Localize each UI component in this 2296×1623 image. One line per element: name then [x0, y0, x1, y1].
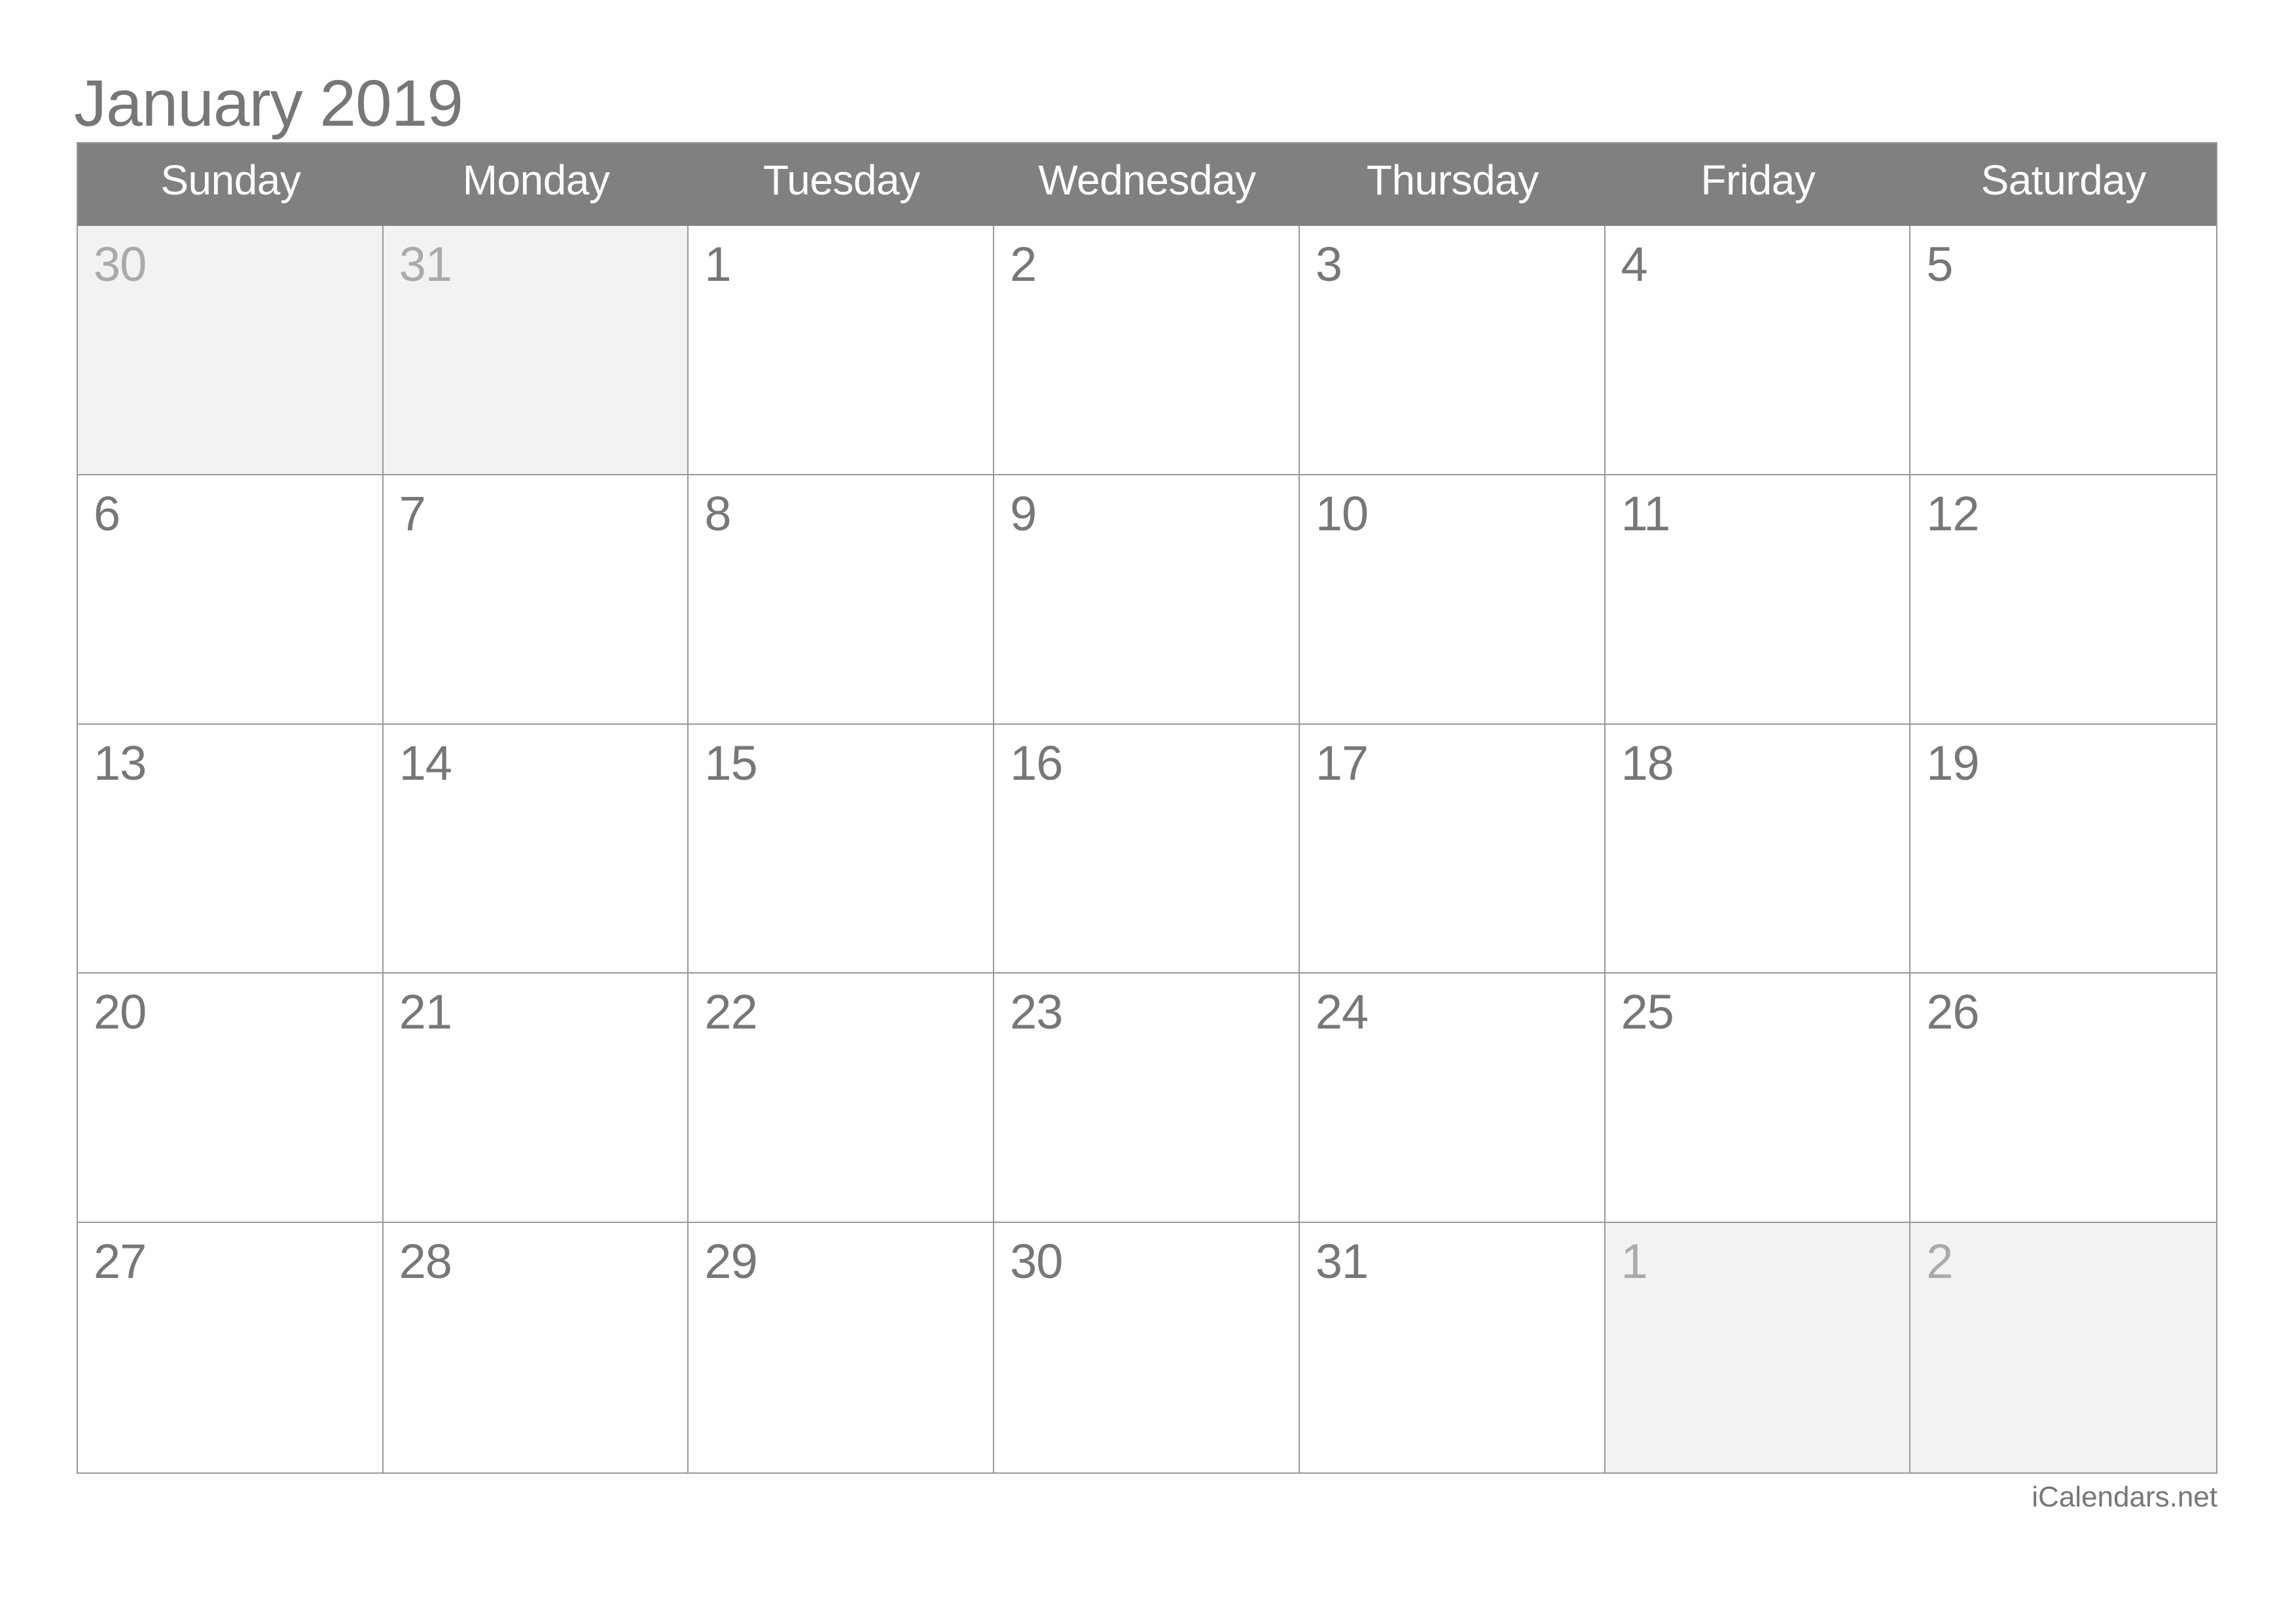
day-number: 12 [1926, 486, 1979, 541]
day-number: 10 [1315, 486, 1369, 541]
day-cell: 15 [689, 724, 995, 974]
day-cell: 2 [994, 226, 1300, 475]
day-number: 29 [704, 1234, 757, 1289]
day-number: 24 [1315, 985, 1369, 1040]
day-cell: 21 [383, 974, 689, 1224]
day-number: 27 [94, 1234, 147, 1289]
day-cell-other-month: 2 [1910, 1223, 2216, 1472]
day-number: 13 [94, 735, 147, 790]
day-number: 2 [1010, 237, 1037, 291]
day-number: 30 [1010, 1234, 1063, 1289]
month-calendar: Sunday Monday Tuesday Wednesday Thursday… [77, 142, 2217, 1474]
day-cell: 20 [78, 974, 384, 1224]
day-number: 31 [1315, 1234, 1369, 1289]
weekday-thursday: Thursday [1366, 156, 1539, 204]
day-cell: 17 [1299, 724, 1605, 974]
day-number: 14 [399, 735, 452, 790]
day-cell: 24 [1299, 974, 1605, 1224]
day-number: 6 [94, 486, 120, 541]
calendar-title: January 2019 [74, 67, 463, 140]
footer-credit: iCalendars.net [2032, 1481, 2217, 1513]
day-cell-other-month: 1 [1605, 1223, 1911, 1472]
day-cell: 13 [78, 724, 384, 974]
day-number: 16 [1010, 735, 1063, 790]
weekday-wednesday: Wednesday [1038, 156, 1256, 204]
day-cell: 26 [1910, 974, 2216, 1224]
weekday-tuesday: Tuesday [763, 156, 920, 204]
weekday-saturday: Saturday [1981, 156, 2147, 204]
day-number: 4 [1621, 237, 1648, 291]
day-cell: 1 [689, 226, 995, 475]
day-number: 9 [1010, 486, 1037, 541]
weekday-monday: Monday [462, 156, 610, 204]
day-number: 5 [1926, 237, 1953, 291]
day-cell: 11 [1605, 475, 1911, 725]
day-cell: 8 [689, 475, 995, 725]
day-cell: 29 [689, 1223, 995, 1472]
day-cell: 18 [1605, 724, 1911, 974]
day-cell: 31 [1299, 1223, 1605, 1472]
day-cell: 3 [1299, 226, 1605, 475]
day-cell: 30 [994, 1223, 1300, 1472]
weekday-friday: Friday [1700, 156, 1816, 204]
day-number: 18 [1621, 735, 1674, 790]
day-number: 25 [1621, 985, 1674, 1040]
day-cell: 12 [1910, 475, 2216, 725]
day-number: 11 [1621, 486, 1671, 541]
day-number: 7 [399, 486, 426, 541]
day-number: 21 [399, 985, 452, 1040]
day-cell: 28 [383, 1223, 689, 1472]
day-cell: 5 [1910, 226, 2216, 475]
day-cell: 9 [994, 475, 1300, 725]
day-number: 20 [94, 985, 147, 1040]
day-cell: 10 [1299, 475, 1605, 725]
day-number: 31 [399, 237, 452, 291]
day-number: 19 [1926, 735, 1979, 790]
day-number: 1 [1621, 1234, 1648, 1289]
day-number: 17 [1315, 735, 1369, 790]
day-cell: 4 [1605, 226, 1911, 475]
day-number: 23 [1010, 985, 1063, 1040]
day-cell: 14 [383, 724, 689, 974]
day-number: 3 [1315, 237, 1342, 291]
day-number: 15 [704, 735, 757, 790]
day-cell: 7 [383, 475, 689, 725]
day-cell: 16 [994, 724, 1300, 974]
day-number: 2 [1926, 1234, 1953, 1289]
day-number: 8 [704, 486, 731, 541]
day-cell: 23 [994, 974, 1300, 1224]
day-grid: 30 31 1 2 3 4 5 6 7 8 9 10 11 12 13 14 15 16 17 18 19 20 21 22 2… [78, 226, 2216, 1472]
weekday-sunday: Sunday [160, 156, 301, 204]
day-cell-other-month: 31 [383, 226, 689, 475]
day-cell: 27 [78, 1223, 384, 1472]
day-number: 1 [704, 237, 731, 291]
day-number: 30 [94, 237, 147, 291]
day-cell: 19 [1910, 724, 2216, 974]
day-number: 28 [399, 1234, 452, 1289]
day-cell: 6 [78, 475, 384, 725]
day-cell-other-month: 30 [78, 226, 384, 475]
day-cell: 22 [689, 974, 995, 1224]
day-number: 22 [704, 985, 757, 1040]
weekday-header: Sunday Monday Tuesday Wednesday Thursday… [78, 143, 2216, 226]
day-number: 26 [1926, 985, 1979, 1040]
day-cell: 25 [1605, 974, 1911, 1224]
